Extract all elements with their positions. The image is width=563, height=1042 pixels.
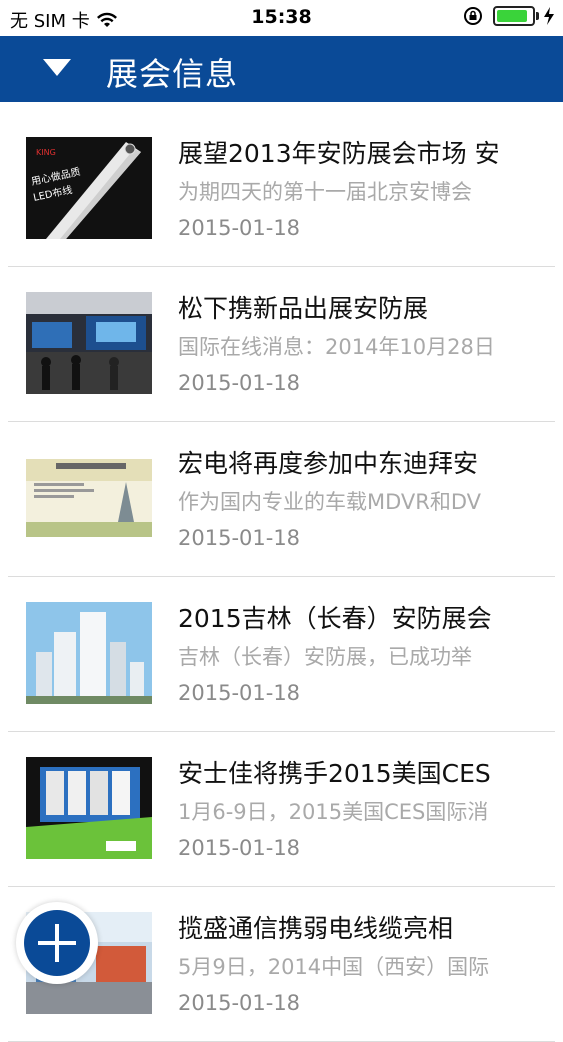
triangle-down-icon[interactable] [42,56,72,80]
news-date: 2015-01-18 [178,526,301,550]
news-date: 2015-01-18 [178,681,301,705]
plus-icon [24,910,90,976]
news-thumbnail [26,447,152,549]
news-thumbnail [26,602,152,704]
news-title: 揽盛通信携弱电线缆亮相 [178,914,454,943]
news-date: 2015-01-18 [178,991,301,1015]
page-title: 展会信息 [106,55,239,93]
status-indicators [463,6,555,26]
news-title: 宏电将再度参加中东迪拜安 [178,449,479,478]
battery-icon [493,6,539,26]
status-bar: 无 SIM 卡 15:38 [0,0,563,36]
rotation-lock-icon [464,7,482,25]
news-title: 松下携新品出展安防展 [178,294,429,323]
nav-bar: 展会信息 [0,36,563,102]
news-summary: 作为国内专业的车载MDVR和DV [178,490,482,514]
news-summary: 吉林（长春）安防展，已成功举 [178,645,472,669]
news-summary: 5月9日，2014中国（西安）国际 [178,955,490,979]
add-button[interactable] [16,902,98,984]
list-item[interactable]: 安士佳将携手2015美国CES 1月6-9日，2015美国CES国际消 2015… [8,732,555,887]
news-summary: 国际在线消息：2014年10月28日 [178,335,495,359]
list-item[interactable]: KING 用心做品质 LED布线 展望2013年安防展会市场 安 为期四天的第十… [8,112,555,267]
list-item[interactable]: 2015吉林（长春）安防展会 吉林（长春）安防展，已成功举 2015-01-18 [8,577,555,732]
news-thumbnail [26,292,152,394]
list-item[interactable]: 宏电将再度参加中东迪拜安 作为国内专业的车载MDVR和DV 2015-01-18 [8,422,555,577]
news-thumbnail: KING 用心做品质 LED布线 [26,137,152,239]
news-date: 2015-01-18 [178,371,301,395]
news-summary: 为期四天的第十一届北京安博会 [178,180,472,204]
charging-icon [544,7,554,25]
news-list: KING 用心做品质 LED布线 展望2013年安防展会市场 安 为期四天的第十… [0,112,563,1042]
news-summary: 1月6-9日，2015美国CES国际消 [178,800,489,824]
news-date: 2015-01-18 [178,216,301,240]
svg-text:KING: KING [36,148,56,157]
news-title: 展望2013年安防展会市场 安 [178,139,500,168]
news-title: 2015吉林（长春）安防展会 [178,604,492,633]
news-thumbnail [26,757,152,859]
news-title: 安士佳将携手2015美国CES [178,759,491,788]
list-item[interactable]: 松下携新品出展安防展 国际在线消息：2014年10月28日 2015-01-18 [8,267,555,422]
news-date: 2015-01-18 [178,836,301,860]
